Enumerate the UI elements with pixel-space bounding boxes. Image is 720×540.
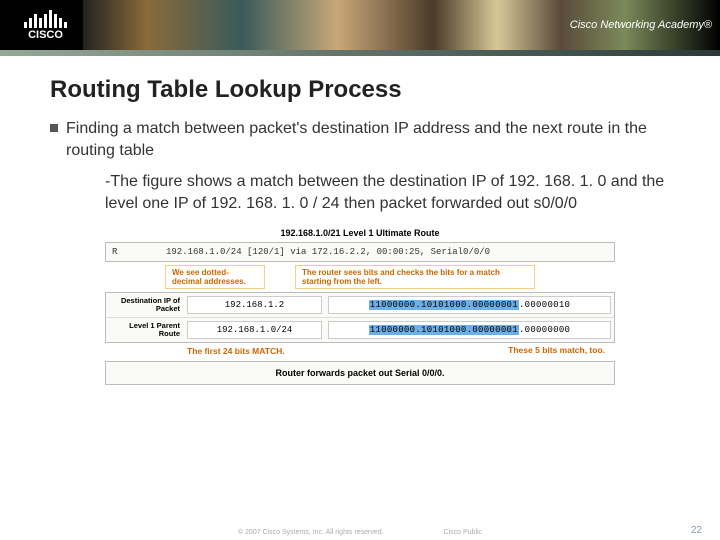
route-code: R: [112, 247, 166, 257]
row-label-dest: Destination IP of Packet: [106, 294, 184, 317]
cisco-logo: CISCO: [8, 5, 83, 45]
route-bin-cell: 11000000.10101000.00000001.00000000: [328, 321, 611, 339]
header-bar: CISCO Cisco Networking Academy®: [0, 0, 720, 50]
slide-content: Routing Table Lookup Process Finding a m…: [0, 56, 720, 385]
sub-text: -The figure shows a match between the de…: [105, 171, 670, 214]
callout-human: We see dotted-decimal addresses.: [165, 265, 265, 289]
footer: © 2007 Cisco Systems, Inc. All rights re…: [0, 529, 720, 536]
page-number: 22: [691, 525, 702, 536]
callout-router: The router sees bits and checks the bits…: [295, 265, 535, 289]
table-row: Destination IP of Packet 192.168.1.2 110…: [106, 293, 614, 318]
bullet-text: Finding a match between packet's destina…: [66, 118, 670, 161]
route-ip-cell: 192.168.1.0/24: [187, 321, 322, 339]
row-label-route: Level 1 Parent Route: [106, 319, 184, 342]
dest-bin-highlight: 11000000.10101000.00000001: [369, 300, 519, 310]
route-bin-rest: .00000000: [519, 325, 570, 335]
figure-title: 192.168.1.0/21 Level 1 Ultimate Route: [105, 228, 615, 238]
route-line: R 192.168.1.0/24 [120/1] via 172.16.2.2,…: [112, 247, 608, 257]
route-entry: 192.168.1.0/24 [120/1] via 172.16.2.2, 0…: [166, 247, 490, 257]
comparison-table: Destination IP of Packet 192.168.1.2 110…: [105, 292, 615, 343]
callout-row: We see dotted-decimal addresses. The rou…: [165, 265, 615, 289]
bullet-icon: [50, 124, 58, 132]
figure: 192.168.1.0/21 Level 1 Ultimate Route R …: [105, 228, 615, 385]
header-photo-strip: Cisco Networking Academy®: [83, 0, 720, 50]
table-row: Level 1 Parent Route 192.168.1.0/24 1100…: [106, 318, 614, 342]
academy-label: Cisco Networking Academy®: [570, 0, 712, 50]
footer-label: Cisco Public: [444, 529, 483, 536]
match-note-5bits: These 5 bits match, too.: [105, 345, 605, 355]
logo-bars-icon: [24, 10, 67, 28]
dest-bin-rest: .00000010: [519, 300, 570, 310]
route-box: R 192.168.1.0/24 [120/1] via 172.16.2.2,…: [105, 242, 615, 262]
copyright: © 2007 Cisco Systems, Inc. All rights re…: [238, 529, 384, 536]
slide-title: Routing Table Lookup Process: [50, 76, 670, 104]
route-bin-highlight: 11000000.10101000.00000001: [369, 325, 519, 335]
dest-ip-cell: 192.168.1.2: [187, 296, 322, 314]
logo-text: CISCO: [28, 29, 63, 41]
forward-box: Router forwards packet out Serial 0/0/0.: [105, 361, 615, 385]
bullet-main: Finding a match between packet's destina…: [50, 118, 670, 161]
dest-bin-cell: 11000000.10101000.00000001.00000010: [328, 296, 611, 314]
